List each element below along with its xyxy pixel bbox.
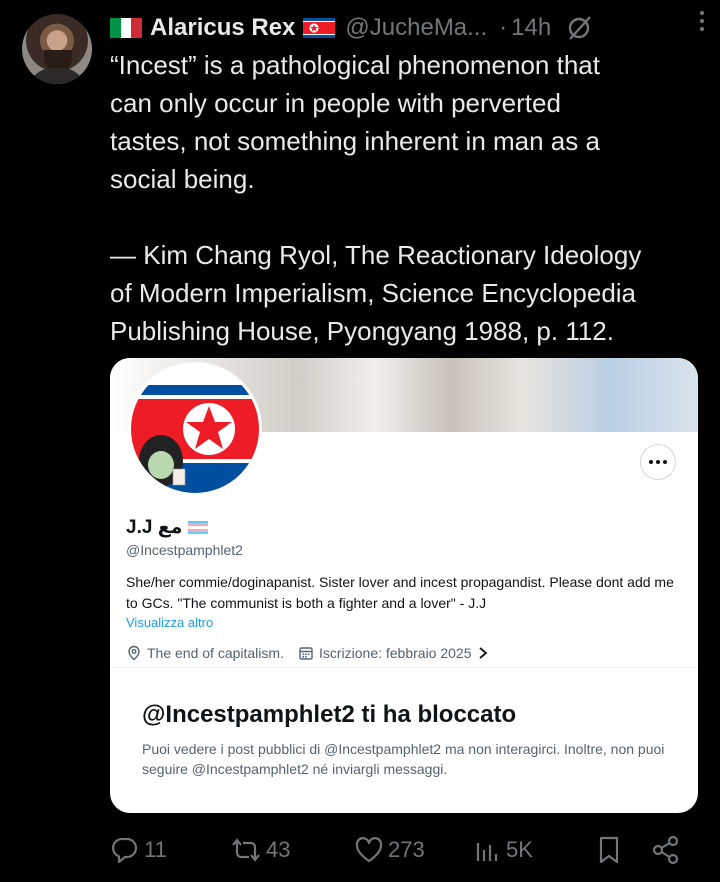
like-button[interactable]: 273 bbox=[354, 830, 425, 870]
bookmark-button[interactable] bbox=[594, 830, 628, 870]
card-location: The end of capitalism. bbox=[147, 645, 284, 661]
reply-button[interactable]: 11 bbox=[110, 830, 167, 870]
location-icon bbox=[128, 645, 140, 661]
card-divider bbox=[110, 667, 698, 668]
calendar-icon bbox=[299, 647, 313, 660]
card-display-name: J.J ﻣﻊ bbox=[126, 516, 209, 539]
bookmark-icon bbox=[599, 836, 619, 864]
avatar-shirt bbox=[28, 68, 86, 84]
trans-flag-icon bbox=[188, 520, 209, 535]
north-korea-flag-icon bbox=[303, 18, 336, 38]
italy-flag-icon bbox=[110, 18, 143, 38]
chevron-right-icon bbox=[478, 647, 487, 659]
tweet-time[interactable]: 14h bbox=[511, 14, 551, 42]
see-more-link[interactable]: Visualizza altro bbox=[126, 615, 213, 630]
tweet-actions: 11 43 273 5K bbox=[110, 830, 700, 870]
author-handle[interactable]: @JucheMa... bbox=[345, 14, 487, 42]
more-icon[interactable] bbox=[692, 6, 712, 36]
card-handle: @Incestpamphlet2 bbox=[126, 542, 243, 558]
card-bio: She/her commie/doginapanist. Sister love… bbox=[126, 574, 674, 611]
repost-icon bbox=[232, 838, 260, 862]
like-icon bbox=[355, 837, 383, 863]
author-name[interactable]: Alaricus Rex bbox=[150, 14, 295, 42]
profile-screenshot-card[interactable]: J.J ﻣﻊ @Incestpamphlet2 She/her commie/d… bbox=[110, 358, 698, 813]
tweet-header: Alaricus Rex @JucheMa... · 14h bbox=[110, 12, 710, 44]
share-icon bbox=[652, 835, 679, 865]
tweet-text: “Incest” is a pathological phenomenon th… bbox=[110, 50, 642, 346]
repost-button[interactable]: 43 bbox=[230, 830, 290, 870]
repost-count: 43 bbox=[266, 837, 291, 862]
author-avatar[interactable] bbox=[22, 14, 92, 84]
card-display-name-text: J.J ﻣﻊ bbox=[126, 517, 183, 538]
blocked-description: Puoi vedere i post pubblici di @Incestpa… bbox=[142, 741, 665, 777]
grok-icon[interactable] bbox=[565, 14, 593, 42]
like-count: 273 bbox=[388, 837, 425, 862]
reply-count: 11 bbox=[144, 837, 167, 862]
profile-picture bbox=[128, 362, 262, 496]
views-count: 5K bbox=[506, 837, 533, 862]
blocked-title: @Incestpamphlet2 ti ha bloccato bbox=[142, 701, 517, 728]
card-joined: Iscrizione: febbraio 2025 bbox=[318, 645, 472, 661]
share-button[interactable] bbox=[650, 830, 686, 870]
views-icon bbox=[476, 843, 498, 861]
views-button[interactable]: 5K bbox=[472, 830, 533, 870]
card-meta: The end of capitalism. Iscrizione: febbr… bbox=[126, 645, 495, 661]
ellipsis-icon[interactable] bbox=[640, 444, 676, 480]
reply-icon bbox=[112, 837, 138, 864]
separator-dot: · bbox=[499, 14, 508, 41]
